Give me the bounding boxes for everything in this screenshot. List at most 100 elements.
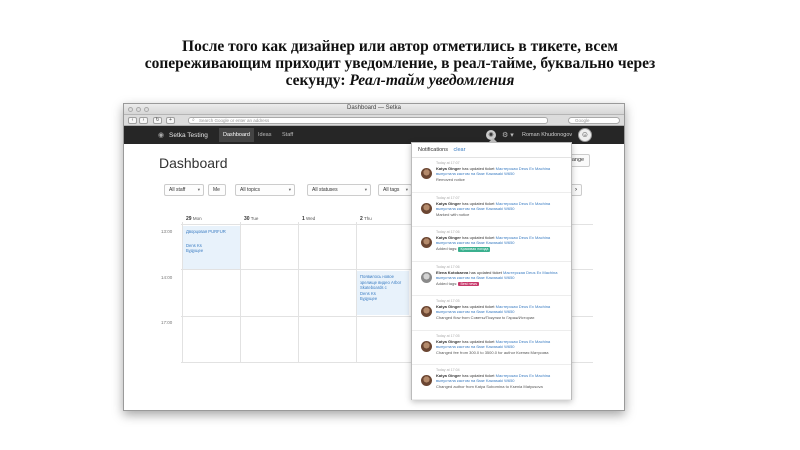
calendar-event[interactable]: Появилось новое зрелище видео Arbor Skat… <box>357 271 409 315</box>
calendar-event[interactable]: Дворцовая PURFUR Dens Ks Будущее <box>183 226 240 269</box>
notification-action-text: Marked with notice <box>436 211 470 217</box>
address-placeholder: Search Google or enter an address <box>199 118 270 123</box>
notification-action: Added tags: Красивая погода <box>436 246 567 252</box>
slide-title-line-2: сопереживающим приходит уведомление, в р… <box>144 55 656 72</box>
chevron-down-icon: ▾ <box>197 187 200 192</box>
event-title: Дворцовая PURFUR <box>186 229 226 234</box>
notification-action: Changed flow from Советы/Покупки to Гара… <box>436 315 567 320</box>
filter-me-label: Me <box>213 187 220 193</box>
notification-tag: Best news <box>458 281 480 286</box>
day-number: 2 <box>360 216 363 222</box>
filter-topics-label: All topics <box>240 187 261 193</box>
notification-action-text: Added tags: <box>436 246 458 251</box>
day-number: 30 <box>244 216 250 222</box>
reload-button[interactable]: ↻ <box>153 117 162 124</box>
notifications-title: Notifications <box>418 147 448 153</box>
page-title: Dashboard <box>159 155 228 171</box>
notification-text: Katya Ginger has updated ticket Мастерск… <box>436 339 567 349</box>
event-status: Будущее <box>360 296 378 301</box>
browser-window: Dashboard — Setka ‹ › ↻ + ⌕ Search Googl… <box>123 103 625 411</box>
filter-tags-label: All tags <box>383 187 400 193</box>
notification-item[interactable]: Today at 17:06 Elena Kotobaeva has update… <box>412 262 571 296</box>
calendar-column-divider <box>298 222 299 362</box>
nav-ideas[interactable]: Ideas <box>258 132 271 138</box>
browser-search-placeholder: Google <box>575 118 590 123</box>
slide-title-emphasis: Реал-тайм уведомления <box>349 72 515 89</box>
clear-notifications-link[interactable]: clear <box>454 147 466 153</box>
time-label: 14:00 <box>161 275 173 280</box>
event-people: Dens Ks <box>360 290 376 296</box>
day-number: 29 <box>186 216 192 222</box>
notification-text: Katya Ginger has updated ticket Мастерск… <box>436 304 567 314</box>
notification-avatar <box>421 306 432 317</box>
filter-topics[interactable]: All topics ▾ <box>235 184 295 196</box>
eye-logo-icon: ◉ <box>158 132 165 139</box>
slide-title-line-1: После того как дизайнер или автор отмети… <box>182 38 618 55</box>
day-name: Thu <box>363 216 372 221</box>
day-header: 29 Mon <box>186 216 202 222</box>
day-name: Tue <box>250 216 259 221</box>
filter-staff[interactable]: All staff ▾ <box>164 184 204 196</box>
notification-avatar <box>421 340 432 352</box>
browser-search-field[interactable]: Google <box>568 117 620 124</box>
notification-action: Changed author from Katya Sobornina to K… <box>436 384 567 389</box>
notification-item[interactable]: Today at 17:07 Katya Ginger has updated t… <box>412 158 571 193</box>
back-button[interactable]: ‹ <box>128 117 137 124</box>
notification-action: Marked with notice <box>436 212 567 217</box>
day-header: 2 Thu <box>360 216 372 222</box>
notification-item[interactable]: Today at 17:04 Katya Ginger has updated t… <box>412 365 571 400</box>
address-bar[interactable]: ⌕ Search Google or enter an address <box>188 117 548 124</box>
chevron-down-icon: ▾ <box>288 187 291 192</box>
notification-item[interactable]: Today at 17:05 Katya Ginger has updated t… <box>412 296 571 331</box>
notification-action-text: Changed fee from 300.0 to 3500.0 for aut… <box>436 349 549 355</box>
browser-toolbar: ‹ › ↻ + ⌕ Search Google or enter an addr… <box>124 115 624 126</box>
notification-action: Added tags: Best news <box>436 280 567 286</box>
chevron-down-icon: ▾ <box>364 187 367 192</box>
filter-staff-label: All staff <box>169 187 186 193</box>
filter-statuses-label: All statuses <box>312 187 338 193</box>
notifications-header: Notifications clear <box>412 143 571 158</box>
forward-button[interactable]: › <box>139 117 148 124</box>
day-name: Mon <box>192 216 202 221</box>
time-label: 13:00 <box>161 229 173 234</box>
notification-item[interactable]: Today at 17:06 Katya Ginger has updated t… <box>412 227 571 262</box>
notification-item[interactable]: Today at 17:07 Katya Ginger has updated t… <box>412 193 571 227</box>
notification-avatar <box>421 237 432 248</box>
notification-text: Katya Ginger has updated ticket Мастерск… <box>436 166 567 176</box>
slide-title-line-3-plain: секунду: <box>285 72 350 89</box>
notification-text: Katya Ginger has updated ticket Мастерск… <box>436 235 567 245</box>
notification-action-text: Changed author from Katya Sobornina to K… <box>436 384 543 389</box>
calendar-column-divider <box>240 222 241 362</box>
nav-dashboard[interactable]: Dashboard <box>219 128 254 142</box>
search-icon: ⌕ <box>192 117 195 123</box>
notifications-list: Today at 17:07 Katya Ginger has updated t… <box>412 158 571 400</box>
notification-avatar <box>421 202 432 214</box>
notification-action-text: Changed flow from Советы/Покупки to Гара… <box>436 315 535 320</box>
event-title: Появилось новое зрелище видео Arbor Skat… <box>360 274 402 290</box>
notification-action: Changed fee from 300.0 to 3500.0 for aut… <box>436 350 567 355</box>
notification-text: Katya Ginger has updated ticket Мастерск… <box>436 373 567 383</box>
day-header: 30 Tue <box>244 216 258 222</box>
filter-me[interactable]: Me <box>208 184 226 196</box>
settings-gear-icon[interactable]: ⚙ ▾ <box>502 131 514 139</box>
day-header: 1 Wed <box>302 216 315 222</box>
notification-avatar <box>421 168 432 179</box>
notification-avatar <box>421 375 432 386</box>
notification-text: Elena Kotobaeva has updated ticket Масте… <box>436 270 567 280</box>
add-tab-button[interactable]: + <box>166 117 175 124</box>
notification-action: Removed notice <box>436 177 567 182</box>
user-name[interactable]: Roman Khudonogov <box>522 132 572 138</box>
notification-avatar <box>421 271 432 283</box>
filter-tags[interactable]: All tags ▾ <box>378 184 412 196</box>
notification-action-text: Added tags: <box>436 280 458 286</box>
nav-staff[interactable]: Staff <box>282 132 293 138</box>
notification-item[interactable]: Today at 17:05 Katya Ginger has updated t… <box>412 331 571 365</box>
notification-text: Katya Ginger has updated ticket Мастерск… <box>436 201 567 211</box>
brand-name[interactable]: Setka Testing <box>169 132 208 139</box>
chevron-down-icon: ▾ <box>405 187 408 192</box>
user-avatar[interactable]: ☺ <box>578 128 592 142</box>
slide-title: После того как дизайнер или автор отмети… <box>40 38 760 89</box>
window-title: Dashboard — Setka <box>346 105 402 111</box>
filter-statuses[interactable]: All statuses ▾ <box>307 184 371 196</box>
notification-tag: Красивая погода <box>458 247 491 252</box>
